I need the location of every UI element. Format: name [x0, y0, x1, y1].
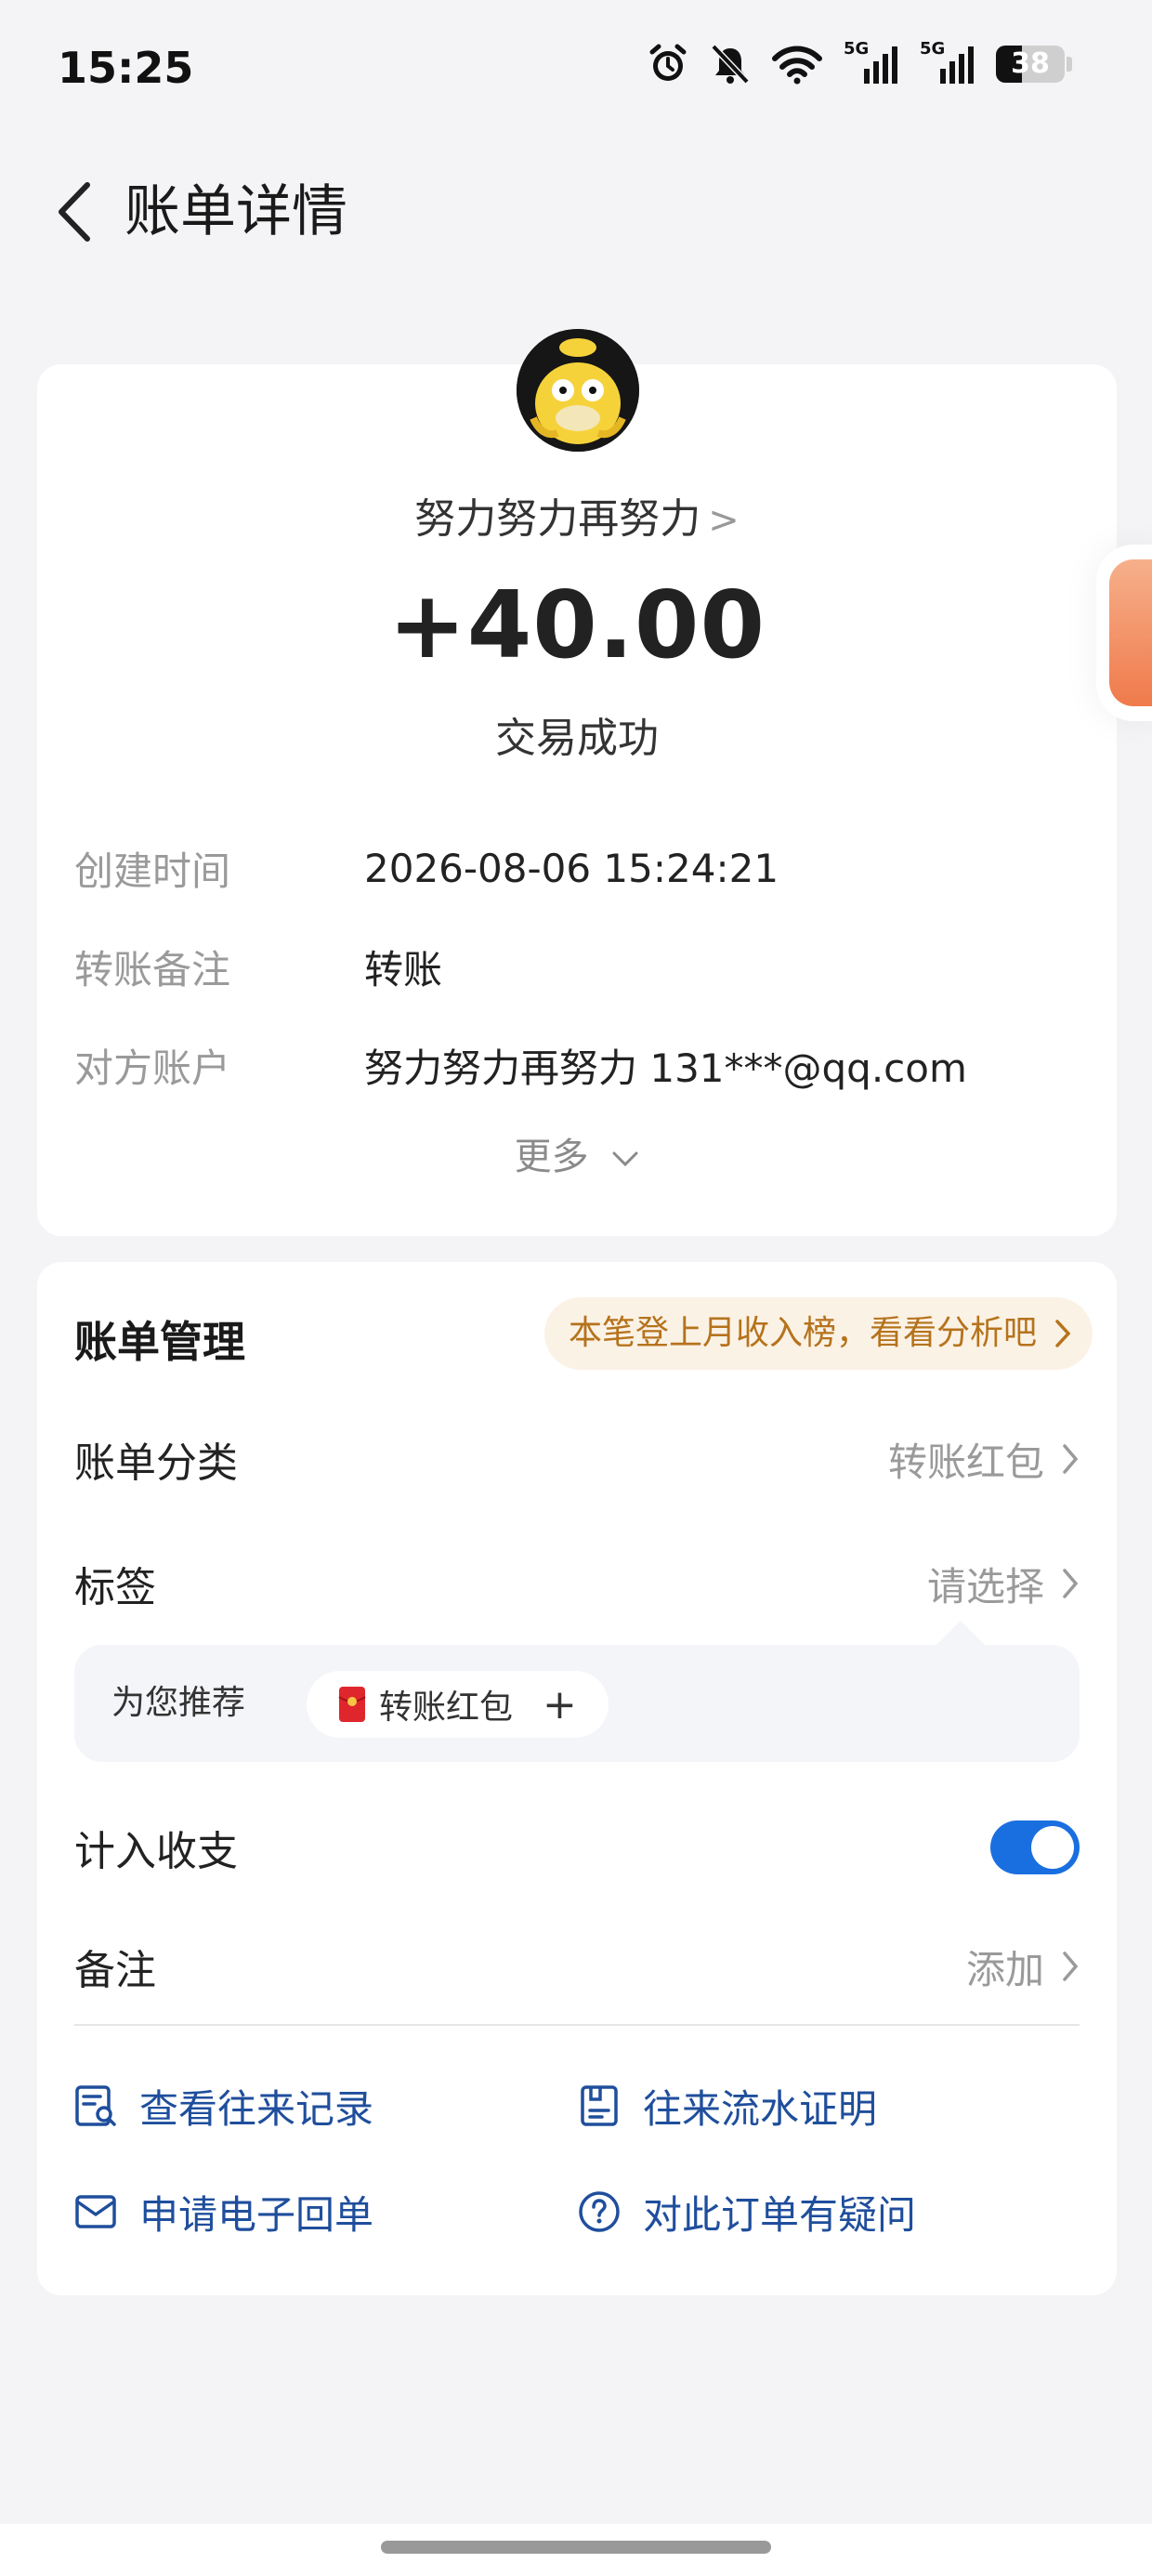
income-ranking-promo[interactable]: 本笔登上月收入榜，看看分析吧	[543, 1297, 1093, 1370]
popover-notch	[935, 1621, 987, 1647]
count-in-balance-toggle[interactable]	[990, 1820, 1080, 1874]
home-indicator[interactable]	[381, 2541, 771, 2554]
tag-label: 标签	[74, 1564, 156, 1611]
battery-tip	[1067, 57, 1072, 72]
bill-category-text: 转账红包	[887, 1439, 1044, 1485]
header: 账单详情	[0, 158, 1152, 260]
payer-name: 努力努力再努力	[414, 495, 701, 543]
status-time: 15:25	[58, 43, 194, 93]
recommended-tag-label: 转账红包	[379, 1689, 514, 1727]
recommend-label: 为您推荐	[111, 1684, 246, 1722]
red-envelope-icon	[338, 1687, 366, 1722]
e-receipt-link[interactable]: 申请电子回单	[74, 2175, 373, 2249]
bill-category-value: 转账红包	[888, 1431, 1080, 1488]
count-in-balance-label: 计入收支	[74, 1828, 238, 1875]
chevron-left-icon	[59, 182, 90, 242]
promo-text: 本笔登上月收入榜，看看分析吧	[568, 1314, 1037, 1352]
transaction-status: 交易成功	[495, 715, 659, 762]
link-label: 对此订单有疑问	[643, 2191, 917, 2238]
chevron-right-icon	[1063, 1952, 1079, 1981]
chevron-right-icon	[1055, 1320, 1071, 1347]
count-in-balance-row: 计入收支	[74, 1810, 1080, 1885]
tag-row[interactable]: 标签 请选择	[74, 1546, 1080, 1621]
battery-level: 38	[1011, 47, 1050, 80]
note-label: 备注	[74, 1947, 156, 1994]
tag-placeholder: 请选择	[926, 1563, 1044, 1610]
signal-2: 5G	[920, 39, 975, 85]
view-transaction-history-link[interactable]: 查看往来记录	[74, 2069, 373, 2143]
status-bar: 15:25 5G 5G 38	[0, 0, 1152, 139]
record-search-icon	[75, 2085, 116, 2126]
more-label: 更多	[514, 1136, 589, 1178]
battery-icon: 38	[996, 46, 1065, 83]
chevron-down-icon	[612, 1151, 638, 1167]
side-widget-image	[1109, 559, 1152, 706]
duck-avatar-icon	[517, 329, 639, 452]
detail-row-transfer-note: 转账备注 转账	[74, 939, 1080, 994]
signal-icon	[864, 46, 897, 84]
signal-1: 5G	[844, 39, 899, 85]
link-label: 申请电子回单	[139, 2191, 374, 2238]
amount: +40.00	[387, 571, 766, 679]
note-value: 添加	[966, 1939, 1080, 1995]
more-button[interactable]: 更多	[37, 1126, 1117, 1180]
bill-management-card: 账单管理 本笔登上月收入榜，看看分析吧 账单分类 转账红包 标签 请选择 为您推…	[37, 1262, 1117, 2295]
chevron-right-icon	[1063, 1569, 1079, 1598]
alarm-icon	[649, 44, 687, 81]
detail-value: 2026-08-06 15:24:21	[364, 845, 779, 891]
link-label: 往来流水证明	[643, 2085, 878, 2132]
chevron-right-icon: >	[708, 499, 740, 542]
detail-value: 转账	[364, 946, 443, 992]
back-button[interactable]	[37, 175, 111, 249]
recommended-tag-chip[interactable]: 转账红包 +	[307, 1671, 609, 1738]
avatar[interactable]	[517, 329, 639, 452]
divider	[74, 2024, 1080, 2026]
section-title: 账单管理	[74, 1317, 245, 1367]
add-icon: +	[543, 1680, 577, 1728]
chevron-right-icon	[1063, 1444, 1079, 1474]
wifi-icon	[772, 46, 822, 85]
note-row[interactable]: 备注 添加	[74, 1929, 1080, 2004]
tag-value: 请选择	[927, 1556, 1080, 1612]
bill-category-row[interactable]: 账单分类 转账红包	[74, 1422, 1080, 1496]
note-add-text: 添加	[965, 1946, 1044, 1992]
question-icon	[579, 2191, 620, 2232]
bill-category-label: 账单分类	[74, 1439, 238, 1487]
transaction-statement-link[interactable]: 往来流水证明	[578, 2069, 877, 2143]
page-title: 账单详情	[124, 179, 347, 244]
detail-row-created-time: 创建时间 2026-08-06 15:24:21	[74, 840, 1080, 896]
detail-label: 转账备注	[74, 946, 231, 992]
status-icons: 5G 5G 38	[647, 39, 1072, 85]
link-label: 查看往来记录	[139, 2085, 374, 2132]
transaction-summary-card: 努力努力再努力 > +40.00 交易成功 创建时间 2026-08-06 15:…	[37, 364, 1117, 1236]
payer-name-link[interactable]: 努力努力再努力 >	[37, 485, 1117, 545]
detail-label: 对方账户	[74, 1045, 231, 1091]
order-question-link[interactable]: 对此订单有疑问	[578, 2175, 916, 2249]
detail-value: 努力努力再努力 131***@qq.com	[364, 1045, 967, 1091]
detail-label: 创建时间	[74, 848, 231, 894]
document-icon	[581, 2085, 618, 2126]
detail-row-counterparty-account: 对方账户 努力努力再努力 131***@qq.com	[74, 1037, 1080, 1093]
mute-icon	[711, 44, 750, 85]
tag-recommendation: 为您推荐 转账红包 +	[74, 1621, 1080, 1762]
floating-side-widget[interactable]	[1096, 545, 1152, 721]
signal-icon	[940, 46, 974, 84]
mail-icon	[75, 2195, 116, 2228]
